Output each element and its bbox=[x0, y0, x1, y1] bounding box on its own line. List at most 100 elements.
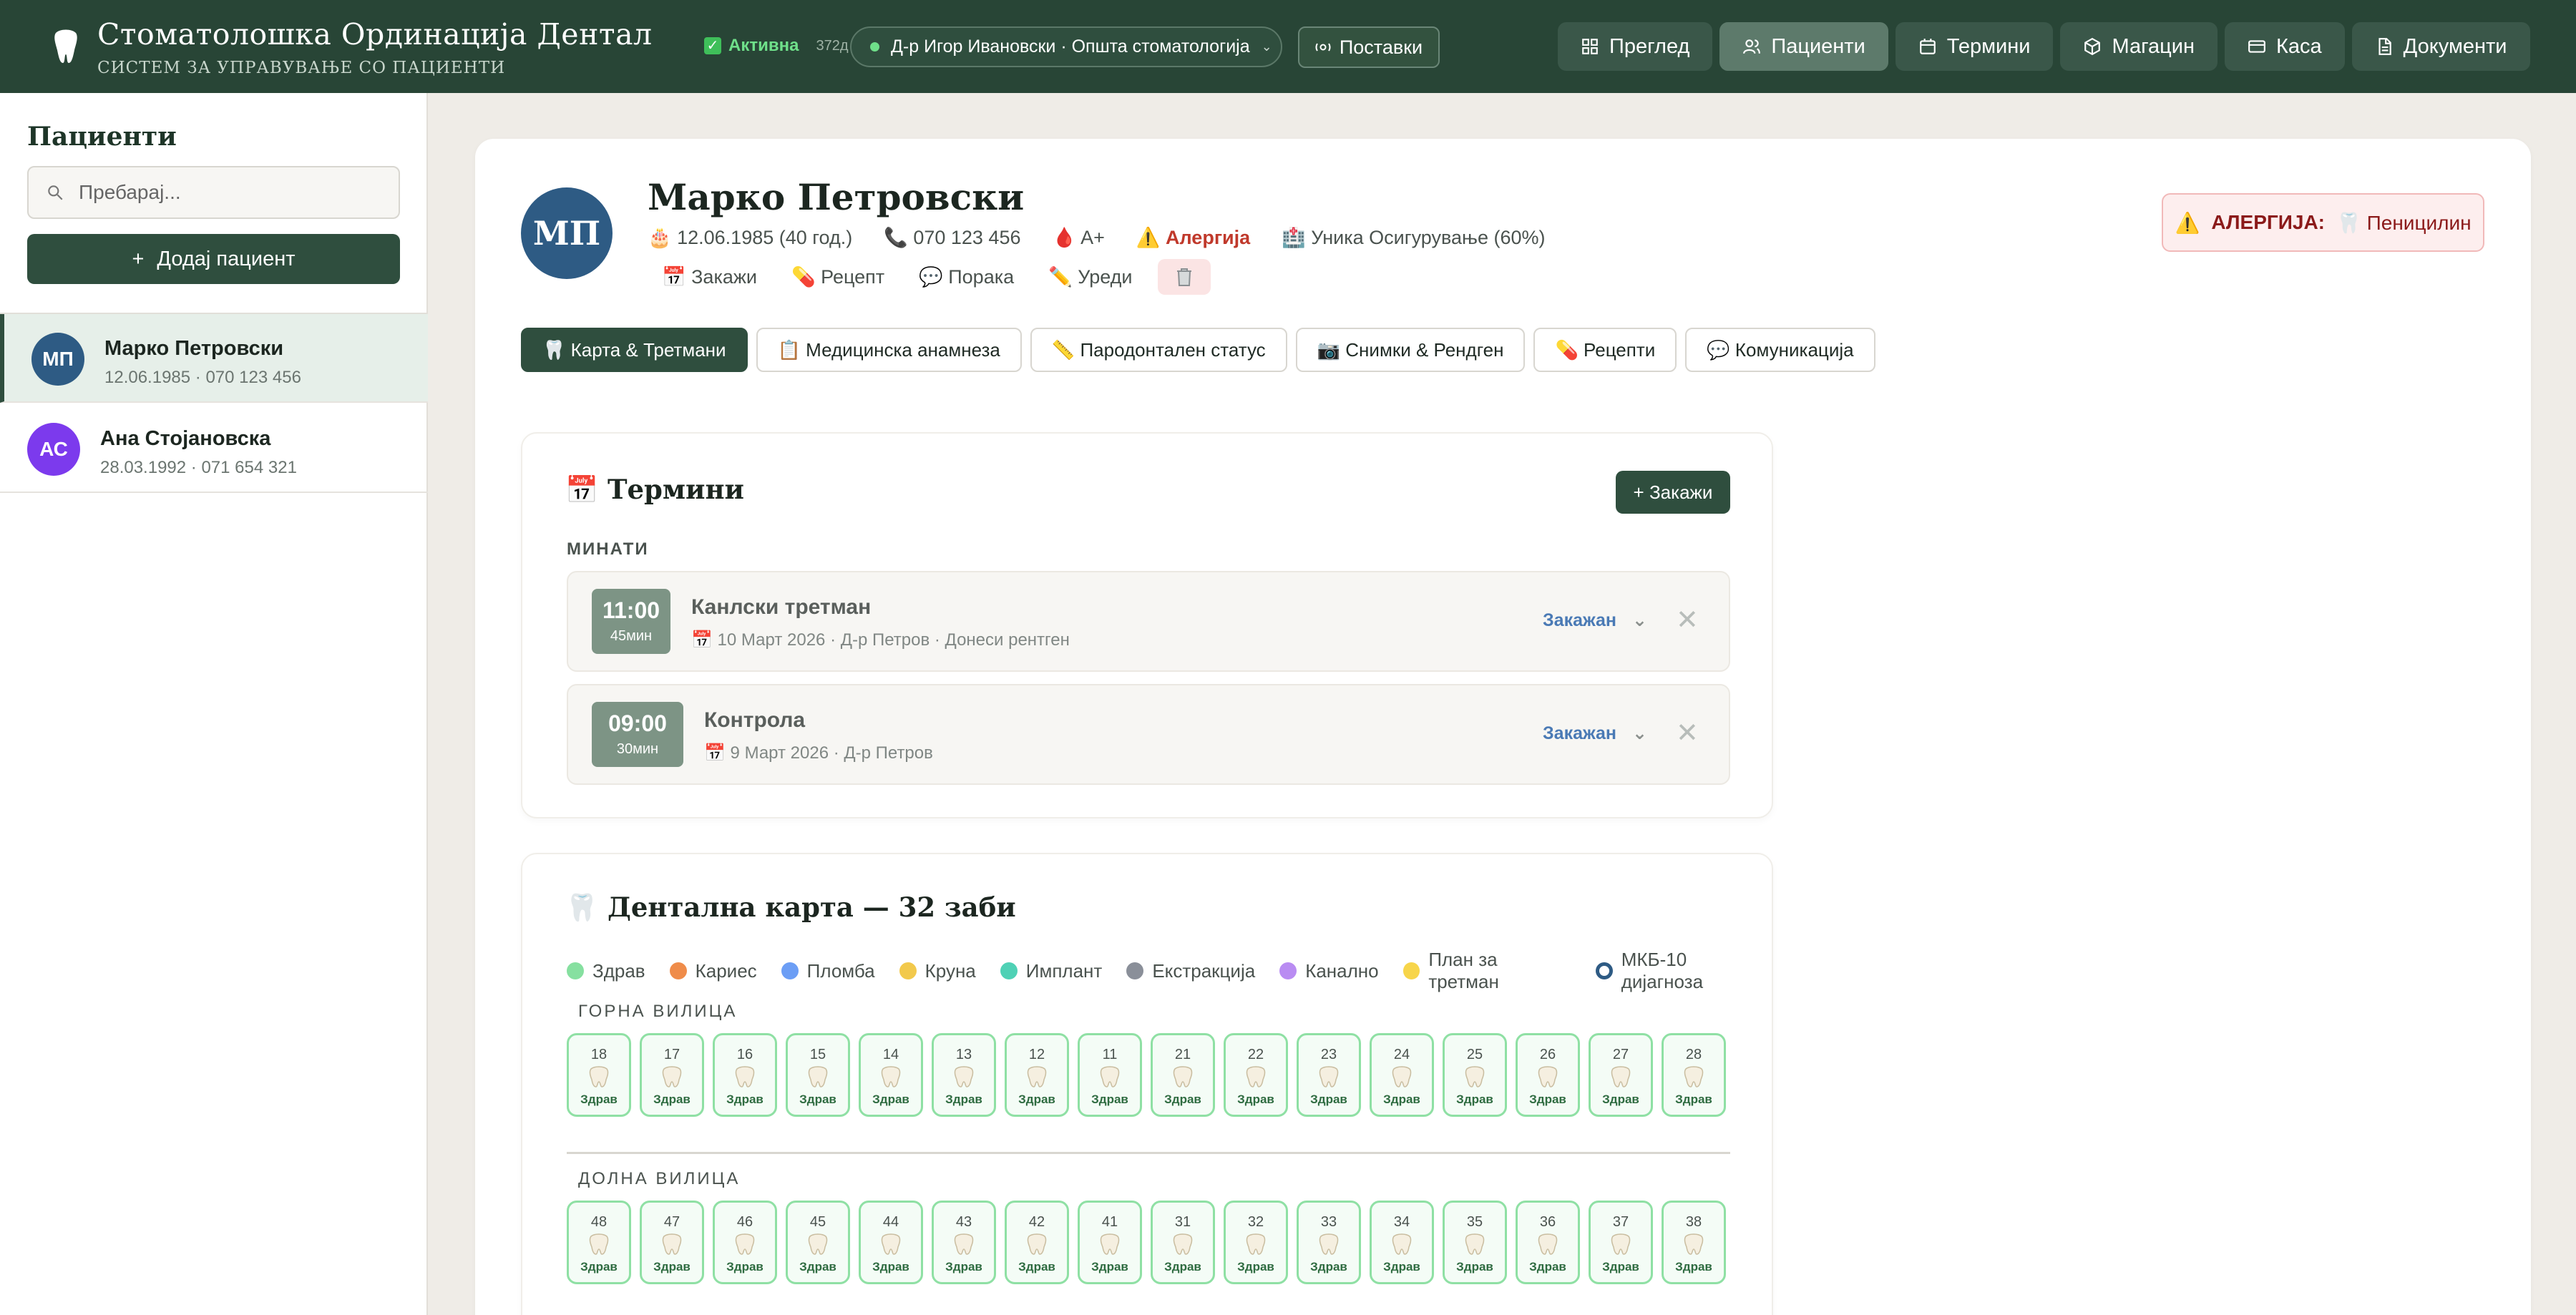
legend-swatch bbox=[1279, 962, 1297, 979]
tooth-35[interactable]: 35 Здрав bbox=[1443, 1201, 1507, 1284]
tooth-icon bbox=[589, 1066, 609, 1087]
tooth-11[interactable]: 11 Здрав bbox=[1078, 1033, 1142, 1117]
nav-inventory[interactable]: Магацин bbox=[2060, 22, 2218, 71]
search-input[interactable] bbox=[79, 181, 379, 204]
tooth-12[interactable]: 12 Здрав bbox=[1005, 1033, 1069, 1117]
tooth-25[interactable]: 25 Здрав bbox=[1443, 1033, 1507, 1117]
tooth-31[interactable]: 31 Здрав bbox=[1151, 1201, 1215, 1284]
add-patient-button[interactable]: + Додај пациент bbox=[27, 234, 400, 284]
tooth-icon bbox=[1319, 1233, 1339, 1255]
tooth-number: 17 bbox=[663, 1047, 680, 1062]
legend-label: Кариес bbox=[695, 959, 757, 982]
tooth-47[interactable]: 47 Здрав bbox=[640, 1201, 704, 1284]
tooth-number: 45 bbox=[809, 1214, 826, 1230]
tooth-15[interactable]: 15 Здрав bbox=[786, 1033, 850, 1117]
duration-value: 30мин bbox=[616, 741, 659, 757]
tooth-26[interactable]: 26 Здрав bbox=[1516, 1033, 1580, 1117]
legend-label: Пломба bbox=[806, 959, 875, 982]
legend-item: Кариес bbox=[669, 959, 757, 982]
nav-label: Пациенти bbox=[1771, 34, 1865, 58]
tab-communication[interactable]: 💬 Комуникација bbox=[1685, 328, 1875, 372]
delete-button[interactable] bbox=[1158, 259, 1211, 295]
tooth-number: 12 bbox=[1028, 1047, 1045, 1062]
tooth-36[interactable]: 36 Здрав bbox=[1516, 1201, 1580, 1284]
dental-chart-title: 🦷 Дентална карта — 32 заби bbox=[565, 891, 1016, 923]
tooth-16[interactable]: 16 Здрав bbox=[713, 1033, 777, 1117]
tooth-48[interactable]: 48 Здрав bbox=[567, 1201, 631, 1284]
tooth-logo-icon bbox=[54, 29, 77, 63]
edit-link[interactable]: ✏️ Уреди bbox=[1048, 265, 1132, 288]
tooth-43[interactable]: 43 Здрав bbox=[932, 1201, 996, 1284]
tab-xrays[interactable]: 📷 Снимки & Рендген bbox=[1295, 328, 1526, 372]
tooth-27[interactable]: 27 Здрав bbox=[1589, 1033, 1653, 1117]
tooth-23[interactable]: 23 Здрав bbox=[1297, 1033, 1361, 1117]
tooth-44[interactable]: 44 Здрав bbox=[859, 1201, 923, 1284]
tooth-46[interactable]: 46 Здрав bbox=[713, 1201, 777, 1284]
tooth-21[interactable]: 21 Здрав bbox=[1151, 1033, 1215, 1117]
tab-medical-history[interactable]: 📋 Медицинска анамнеза bbox=[756, 328, 1022, 372]
tooth-38[interactable]: 38 Здрав bbox=[1662, 1201, 1726, 1284]
tooth-34[interactable]: 34 Здрав bbox=[1370, 1201, 1434, 1284]
tooth-41[interactable]: 41 Здрав bbox=[1078, 1201, 1142, 1284]
legend-label: Канално bbox=[1305, 959, 1379, 982]
tooth-18[interactable]: 18 Здрав bbox=[567, 1033, 631, 1117]
tooth-37[interactable]: 37 Здрав bbox=[1589, 1201, 1653, 1284]
nav-cashier[interactable]: Каса bbox=[2225, 22, 2345, 71]
tooth-icon bbox=[1684, 1233, 1704, 1255]
tooth-status: Здрав bbox=[1091, 1260, 1128, 1274]
tooth-24[interactable]: 24 Здрав bbox=[1370, 1033, 1434, 1117]
tooth-42[interactable]: 42 Здрав bbox=[1005, 1201, 1069, 1284]
legend-item: Екстракција bbox=[1126, 960, 1255, 982]
patient-list-item[interactable]: МП Марко Петровски 12.06.1985 · 070 123 … bbox=[0, 314, 428, 403]
tooth-status: Здрав bbox=[1529, 1092, 1566, 1106]
tooth-number: 13 bbox=[955, 1047, 972, 1062]
tooth-45[interactable]: 45 Здрав bbox=[786, 1201, 850, 1284]
tooth-number: 15 bbox=[809, 1047, 826, 1062]
nav-appointments[interactable]: Термини bbox=[1895, 22, 2054, 71]
legend-label: План за третман bbox=[1428, 949, 1499, 992]
patient-actions: 📅 Закажи 💊 Рецепт 💬 Порака ✏️ Уреди bbox=[662, 259, 1211, 295]
tab-chart-treatments[interactable]: 🦷 Карта & Третмани bbox=[521, 328, 748, 372]
appointment-status-select[interactable]: Закажан ⌄ bbox=[1543, 610, 1647, 631]
nav-patients[interactable]: Пациенти bbox=[1719, 22, 1888, 71]
doctor-select[interactable]: Д-р Игор Ивановски · Општа стоматологија… bbox=[850, 26, 1282, 67]
tooth-status: Здрав bbox=[945, 1260, 982, 1274]
sidebar-title: Пациенти bbox=[27, 122, 177, 152]
tooth-status: Здрав bbox=[580, 1260, 618, 1274]
close-icon[interactable]: ✕ bbox=[1676, 604, 1699, 636]
tooth-17[interactable]: 17 Здрав bbox=[640, 1033, 704, 1117]
message-link[interactable]: 💬 Порака bbox=[919, 265, 1014, 288]
nav-overview[interactable]: Преглед bbox=[1558, 22, 1713, 71]
nav-documents[interactable]: Документи bbox=[2351, 22, 2530, 71]
patient-list-item[interactable]: АС Ана Стојановска 28.03.1992 · 071 654 … bbox=[0, 404, 428, 493]
time-value: 11:00 bbox=[602, 597, 660, 623]
tooth-status: Здрав bbox=[1164, 1260, 1201, 1274]
appointment-item[interactable]: 11:00 45мин Канлски третман 📅 10 Март 20… bbox=[567, 571, 1730, 672]
tooth-13[interactable]: 13 Здрав bbox=[932, 1033, 996, 1117]
search-box bbox=[27, 166, 400, 219]
grid-icon bbox=[1582, 39, 1598, 54]
tooth-33[interactable]: 33 Здрав bbox=[1297, 1201, 1361, 1284]
appointments-title: 📅 Термини bbox=[565, 474, 745, 505]
upper-jaw-label: ГОРНА ВИЛИЦА bbox=[578, 1002, 738, 1021]
tooth-icon bbox=[1100, 1233, 1120, 1255]
tooth-32[interactable]: 32 Здрав bbox=[1224, 1201, 1288, 1284]
schedule-link[interactable]: 📅 Закажи bbox=[662, 265, 757, 288]
tab-periodontal[interactable]: 📏 Пародонтален статус bbox=[1030, 328, 1287, 372]
tab-prescriptions[interactable]: 💊 Рецепти bbox=[1533, 328, 1677, 372]
appointment-item[interactable]: 09:00 30мин Контрола 📅 9 Март 2026 · Д-р… bbox=[567, 684, 1730, 785]
tooth-14[interactable]: 14 Здрав bbox=[859, 1033, 923, 1117]
book-appointment-button[interactable]: + Закажи bbox=[1616, 471, 1730, 514]
appointment-status-select[interactable]: Закажан ⌄ bbox=[1543, 723, 1647, 744]
settings-button[interactable]: Поставки bbox=[1298, 26, 1440, 68]
license-status: ✓ Активна 372д bbox=[704, 36, 849, 56]
tooth-number: 26 bbox=[1539, 1047, 1556, 1062]
tooth-22[interactable]: 22 Здрав bbox=[1224, 1033, 1288, 1117]
tooth-28[interactable]: 28 Здрав bbox=[1662, 1033, 1726, 1117]
tooth-icon bbox=[954, 1066, 974, 1087]
close-icon[interactable]: ✕ bbox=[1676, 717, 1699, 749]
prescription-link[interactable]: 💊 Рецепт bbox=[791, 265, 884, 288]
legend-swatch bbox=[1000, 962, 1018, 979]
past-label: МИНАТИ bbox=[567, 539, 649, 559]
tooth-number: 27 bbox=[1612, 1047, 1629, 1062]
